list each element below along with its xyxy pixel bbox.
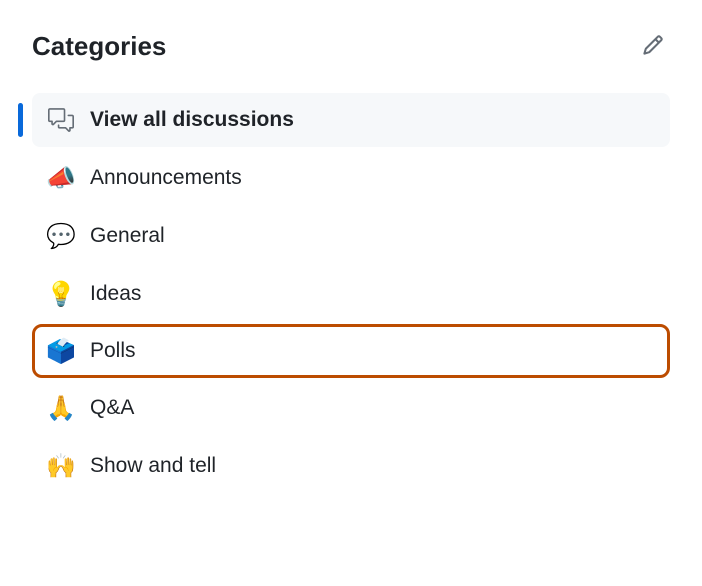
pray-icon: 🙏	[46, 393, 76, 423]
discussion-icon	[46, 105, 76, 135]
ballot-box-icon: 🗳️	[46, 336, 76, 366]
raised-hands-icon: 🙌	[46, 451, 76, 481]
category-item-general[interactable]: 💬 General	[32, 209, 670, 263]
categories-header: Categories	[32, 28, 670, 65]
category-label: General	[90, 224, 165, 248]
category-label: Show and tell	[90, 454, 216, 478]
megaphone-icon: 📣	[46, 163, 76, 193]
category-item-show-and-tell[interactable]: 🙌 Show and tell	[32, 439, 670, 493]
categories-title: Categories	[32, 31, 166, 62]
pencil-icon	[642, 34, 664, 59]
category-label: Polls	[90, 339, 136, 363]
category-item-announcements[interactable]: 📣 Announcements	[32, 151, 670, 205]
category-item-ideas[interactable]: 💡 Ideas	[32, 267, 670, 321]
lightbulb-icon: 💡	[46, 279, 76, 309]
category-label: Announcements	[90, 166, 242, 190]
category-item-polls[interactable]: 🗳️ Polls	[32, 324, 670, 378]
category-list: View all discussions 📣 Announcements 💬 G…	[32, 93, 670, 493]
category-label: Q&A	[90, 396, 134, 420]
speech-bubble-icon: 💬	[46, 221, 76, 251]
edit-categories-button[interactable]	[636, 28, 670, 65]
category-item-qa[interactable]: 🙏 Q&A	[32, 381, 670, 435]
category-item-view-all[interactable]: View all discussions	[32, 93, 670, 147]
category-label: Ideas	[90, 282, 141, 306]
category-label: View all discussions	[90, 108, 294, 132]
